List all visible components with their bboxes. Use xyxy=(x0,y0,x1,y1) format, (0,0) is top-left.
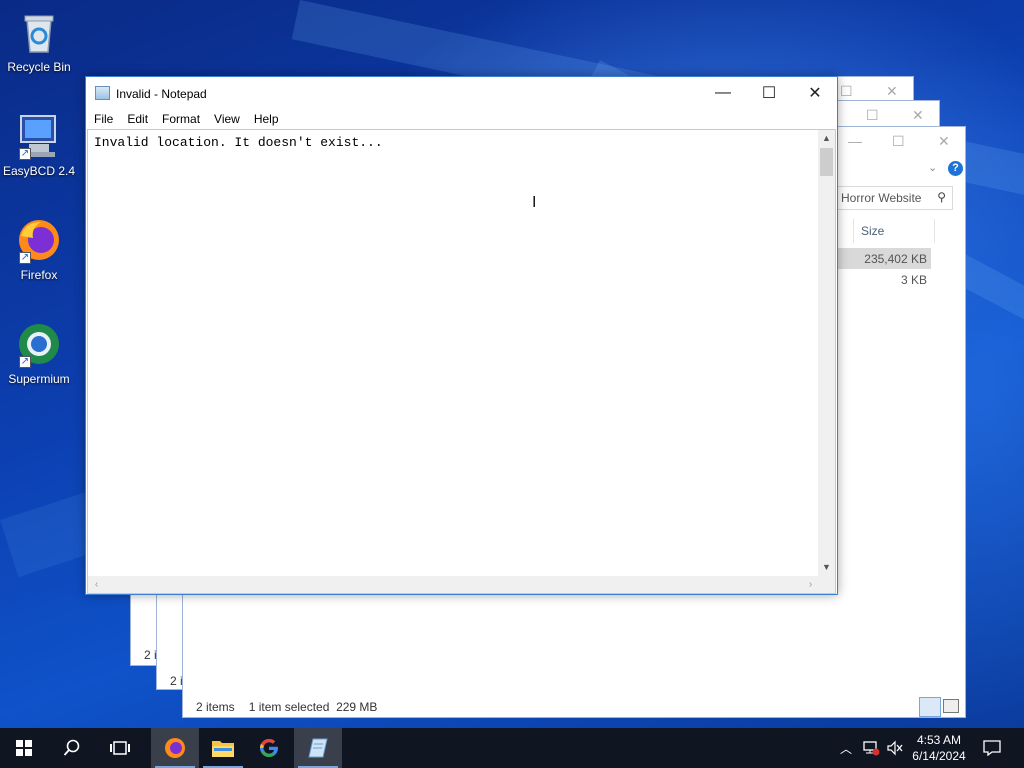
maximize-icon[interactable]: ☐ xyxy=(840,83,853,100)
close-icon: ✕ xyxy=(808,85,822,102)
table-row[interactable]: 3 KB xyxy=(835,270,931,291)
vertical-scrollbar[interactable]: ▲ ▼ xyxy=(818,130,835,576)
desktop-icon-firefox[interactable]: ↗ Firefox xyxy=(1,216,77,282)
text-cursor-icon: I xyxy=(532,194,537,211)
title-bar[interactable]: Invalid - Notepad — ☐ ✕ xyxy=(86,77,837,109)
taskbar-google-chrome[interactable] xyxy=(245,728,293,768)
help-icon[interactable]: ? xyxy=(948,161,963,176)
menu-format[interactable]: Format xyxy=(155,109,207,129)
search-button[interactable] xyxy=(48,728,96,768)
clock[interactable]: 4:53 AM 6/14/2024 xyxy=(906,728,972,768)
status-items: 2 items xyxy=(196,700,235,714)
resize-grip-icon[interactable] xyxy=(818,576,835,593)
recycle-bin-icon xyxy=(15,8,63,56)
speaker-muted-icon xyxy=(887,740,903,756)
chevron-down-icon[interactable]: ⌄ xyxy=(928,161,937,174)
action-center-button[interactable] xyxy=(976,728,1008,768)
chevron-up-icon: ︿ xyxy=(839,741,852,756)
network-disconnected-icon xyxy=(863,741,880,756)
search-icon xyxy=(63,739,80,756)
maximize-icon[interactable]: ☐ xyxy=(866,107,879,124)
menu-bar: File Edit Format View Help xyxy=(86,109,837,129)
taskbar-file-explorer[interactable] xyxy=(199,728,247,768)
close-icon[interactable]: ✕ xyxy=(938,133,950,150)
notification-icon xyxy=(983,740,1001,756)
taskbar-notepad[interactable] xyxy=(294,728,342,768)
notepad-icon xyxy=(308,738,328,758)
maximize-icon: ☐ xyxy=(761,85,777,102)
windows-logo-icon xyxy=(16,740,32,756)
desktop-icon-supermium[interactable]: ↗ Supermium xyxy=(1,320,77,386)
status-selected: 1 item selected xyxy=(248,700,330,714)
desktop: Recycle Bin ↗ EasyBCD 2.4 ↗ Firefox ↗ Su… xyxy=(0,0,1024,728)
firefox-icon: ↗ xyxy=(15,216,63,264)
menu-edit[interactable]: Edit xyxy=(120,109,155,129)
network-status-button[interactable] xyxy=(860,728,882,768)
window-title: Invalid - Notepad xyxy=(116,87,207,101)
search-box[interactable]: Horror Website ⚲ xyxy=(835,186,953,210)
clock-date: 6/14/2024 xyxy=(912,749,966,763)
menu-help[interactable]: Help xyxy=(247,109,286,129)
table-row[interactable]: 235,402 KB xyxy=(835,248,931,269)
details-view-icon[interactable] xyxy=(919,697,941,717)
shortcut-arrow-icon: ↗ xyxy=(19,148,31,160)
firefox-icon xyxy=(165,738,185,758)
taskbar-firefox[interactable] xyxy=(151,728,199,768)
shortcut-arrow-icon: ↗ xyxy=(19,356,31,368)
scroll-right-icon[interactable]: › xyxy=(802,576,819,593)
taskbar: ︿ 4:53 AM 6/14/2024 xyxy=(0,728,1024,768)
show-hidden-icons-button[interactable]: ︿ xyxy=(836,728,856,768)
editor-content[interactable]: Invalid location. It doesn't exist... xyxy=(94,135,383,150)
horizontal-scrollbar[interactable]: ‹ › xyxy=(88,576,819,593)
task-view-icon xyxy=(110,741,130,755)
scroll-thumb[interactable] xyxy=(820,148,833,176)
close-icon[interactable]: ✕ xyxy=(886,83,898,100)
shortcut-arrow-icon: ↗ xyxy=(19,252,31,264)
status-items-partial: 2 i xyxy=(144,648,157,662)
column-header-size[interactable]: Size xyxy=(853,219,935,243)
menu-file[interactable]: File xyxy=(87,109,120,129)
status-items-partial: 2 i xyxy=(170,674,183,688)
search-icon[interactable]: ⚲ xyxy=(937,190,946,204)
minimize-icon: — xyxy=(715,84,731,101)
desktop-icon-easybcd[interactable]: ↗ EasyBCD 2.4 xyxy=(1,112,77,178)
minimize-icon[interactable]: — xyxy=(848,133,862,149)
file-size: 3 KB xyxy=(900,273,927,287)
clock-time: 4:53 AM xyxy=(916,733,962,747)
menu-view[interactable]: View xyxy=(207,109,247,129)
desktop-icon-recycle-bin[interactable]: Recycle Bin xyxy=(1,8,77,74)
search-input[interactable]: Horror Website xyxy=(841,191,921,205)
scroll-down-icon[interactable]: ▼ xyxy=(818,559,835,576)
text-editor[interactable]: Invalid location. It doesn't exist... I … xyxy=(87,129,836,594)
desktop-icon-label: Firefox xyxy=(20,268,58,282)
notepad-window[interactable]: Invalid - Notepad — ☐ ✕ File Edit Format… xyxy=(85,76,838,595)
desktop-icon-label: Recycle Bin xyxy=(7,60,71,74)
desktop-icon-label: Supermium xyxy=(8,372,70,386)
scroll-left-icon[interactable]: ‹ xyxy=(88,576,105,593)
status-size: 229 MB xyxy=(336,700,378,714)
file-size: 235,402 KB xyxy=(864,252,927,266)
close-icon[interactable]: ✕ xyxy=(912,107,924,124)
supermium-icon: ↗ xyxy=(15,320,63,368)
google-icon xyxy=(260,739,278,757)
maximize-icon[interactable]: ☐ xyxy=(892,133,905,150)
status-bar: 2 items 1 item selected 229 MB xyxy=(196,700,377,714)
volume-button[interactable] xyxy=(884,728,906,768)
maximize-button[interactable]: ☐ xyxy=(746,77,792,109)
scroll-up-icon[interactable]: ▲ xyxy=(818,130,835,147)
notepad-app-icon xyxy=(95,86,110,100)
folder-icon xyxy=(212,741,234,757)
minimize-button[interactable]: — xyxy=(700,77,746,109)
desktop-icon-label: EasyBCD 2.4 xyxy=(2,164,76,178)
easybcd-icon: ↗ xyxy=(15,112,63,160)
column-header-label: Size xyxy=(861,224,885,238)
start-button[interactable] xyxy=(0,728,48,768)
large-icons-view-icon[interactable] xyxy=(943,699,959,713)
close-button[interactable]: ✕ xyxy=(792,77,838,109)
task-view-button[interactable] xyxy=(96,728,144,768)
